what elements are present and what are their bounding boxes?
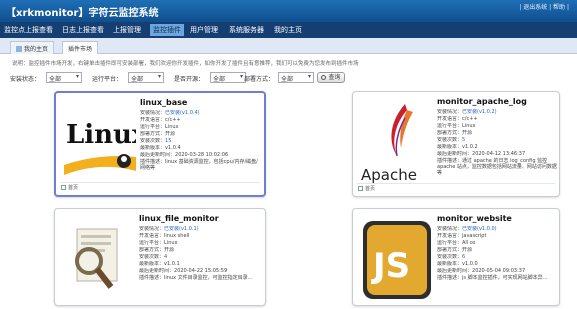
search-button-label: 查询 bbox=[328, 74, 341, 81]
open-filter-select[interactable]: 全部 ▾ bbox=[210, 72, 246, 83]
install-status-link[interactable]: 已安装(v1.0.2) bbox=[462, 109, 497, 115]
plugin-name[interactable]: linux_file_monitor bbox=[139, 214, 219, 223]
tab-my-home-label: 我的主页 bbox=[24, 46, 49, 53]
plugin-card-linux-base[interactable]: Linux linux_base 安装情况：已安装(v1.0.4) 开发语言：c… bbox=[54, 91, 266, 197]
install-filter-value: 全部 bbox=[49, 76, 62, 83]
divider bbox=[60, 182, 260, 183]
linux-logo-text: Linux bbox=[66, 120, 136, 150]
filter-bar: 安装状态： 全部 ▾ 运行平台： 全部 ▾ 是否开源： 全部 ▾ 部署方式： 全部 ▾ … bbox=[0, 71, 577, 85]
install-status-link[interactable]: 已安装(v1.0.0) bbox=[462, 226, 497, 232]
plugin-name[interactable]: monitor_apache_log bbox=[437, 97, 527, 106]
plugin-attrs: 安装情况：已安装(v1.0.0) 开发语言：javascript 运行平台：Al… bbox=[437, 226, 557, 281]
title-bar: 【xrkmonitor】字符云监控系统 | 退出系统 | 帮助 | bbox=[0, 0, 577, 22]
plugin-desc: 插件描述：linux 基础资源监控，包括cpu/内存/磁盘/网络等 bbox=[140, 159, 258, 171]
install-status-link[interactable]: 已安装(v1.0.1) bbox=[164, 226, 199, 232]
divider bbox=[357, 183, 555, 184]
search-button[interactable]: 查询 bbox=[317, 72, 345, 83]
deploy-filter-label: 部署方式： bbox=[244, 76, 275, 83]
plugin-card-monitor-apache-log[interactable]: Apache monitor_apache_log 安装情况：已安装(v1.0.… bbox=[352, 91, 560, 197]
js-logo: JS bbox=[361, 217, 433, 305]
js-logo-text: JS bbox=[371, 246, 410, 286]
plugin-desc: 插件描述：通过 apache 的日志 log_config 监控 apache … bbox=[437, 158, 557, 176]
apache-logo: Apache bbox=[361, 100, 433, 188]
deploy-filter-select[interactable]: 全部 ▾ bbox=[278, 72, 314, 83]
plugin-attrs: 安装情况：已安装(v1.0.4) 开发语言：c/c++ 运行平台：Linux 部… bbox=[140, 110, 260, 171]
nav-item-monitor-report[interactable]: 监控点上报查看 bbox=[4, 25, 53, 35]
tab-plugin-market[interactable]: 插件市场 bbox=[62, 41, 99, 54]
nav-item-system-server[interactable]: 系统服务器 bbox=[229, 25, 264, 35]
footer-label: 首页 bbox=[365, 186, 376, 192]
nav-item-report-manage[interactable]: 上报管理 bbox=[113, 25, 141, 35]
home-icon bbox=[16, 46, 22, 52]
chevron-down-icon: ▾ bbox=[239, 73, 243, 80]
nav-item-log-report[interactable]: 日志上报查看 bbox=[62, 25, 104, 35]
plugin-attrs: 安装情况：已安装(v1.0.2) 开发语言：c/c++ 运行平台：Linux 部… bbox=[437, 109, 557, 176]
file-monitor-logo bbox=[63, 217, 135, 305]
linux-logo: Linux bbox=[64, 101, 136, 189]
main-nav: 监控点上报查看 日志上报查看 上报管理 监控插件 用户管理 系统服务器 我的主页 bbox=[0, 22, 577, 38]
chevron-down-icon: ▾ bbox=[75, 73, 79, 80]
tab-plugin-market-label: 插件市场 bbox=[68, 46, 93, 53]
apache-logo-text: Apache bbox=[361, 166, 417, 184]
plugin-card-monitor-website[interactable]: JS monitor_website 安装情况：已安装(v1.0.0) 开发语言… bbox=[352, 208, 560, 306]
plugin-desc: 插件描述：js 脚本监控插件，可实现网站脚本异... bbox=[437, 275, 548, 281]
plugin-card-linux-file-monitor[interactable]: linux_file_monitor 安装情况：已安装(v1.0.1) 开发语言… bbox=[54, 208, 266, 306]
open-filter-label: 是否开源： bbox=[174, 76, 205, 83]
install-filter-label: 安装状态： bbox=[10, 76, 41, 83]
card-footer[interactable]: 首页 bbox=[358, 185, 375, 192]
plugin-name[interactable]: linux_base bbox=[140, 98, 187, 107]
top-right-links[interactable]: | 退出系统 | 帮助 | bbox=[519, 2, 569, 11]
platform-filter-select[interactable]: 全部 ▾ bbox=[128, 72, 164, 83]
platform-filter-label: 运行平台： bbox=[92, 76, 123, 83]
platform-filter-value: 全部 bbox=[131, 76, 144, 83]
install-filter-select[interactable]: 全部 ▾ bbox=[46, 72, 82, 83]
nav-item-user-manage[interactable]: 用户管理 bbox=[190, 25, 218, 35]
open-filter-value: 全部 bbox=[213, 76, 226, 83]
plugin-desc: 插件描述：linux 文件目录监控，可监控指定目录... bbox=[139, 275, 253, 281]
plugin-name[interactable]: monitor_website bbox=[437, 214, 512, 223]
doc-icon bbox=[61, 185, 66, 190]
plugin-attrs: 安装情况：已安装(v1.0.1) 开发语言：linux shell 运行平台：L… bbox=[139, 226, 259, 281]
chevron-down-icon: ▾ bbox=[157, 73, 161, 80]
tab-strip: 我的主页 插件市场 bbox=[0, 38, 577, 54]
card-footer[interactable]: 首页 bbox=[61, 184, 78, 191]
deploy-filter-value: 全部 bbox=[281, 76, 294, 83]
info-text: 说明：监控插件市场开发，右键单击插件即可安装部署，我们欢迎你开发插件，如你开发了… bbox=[12, 61, 359, 67]
nav-item-my-home[interactable]: 我的主页 bbox=[274, 25, 302, 35]
footer-label: 首页 bbox=[68, 185, 79, 191]
nav-item-monitor-plugin[interactable]: 监控插件 bbox=[150, 24, 184, 36]
tab-my-home[interactable]: 我的主页 bbox=[10, 41, 55, 54]
app-title: 【xrkmonitor】字符云监控系统 bbox=[6, 8, 159, 19]
install-status-link[interactable]: 已安装(v1.0.4) bbox=[165, 110, 200, 116]
chevron-down-icon: ▾ bbox=[307, 73, 311, 80]
doc-icon bbox=[358, 186, 363, 191]
search-icon bbox=[321, 75, 327, 80]
